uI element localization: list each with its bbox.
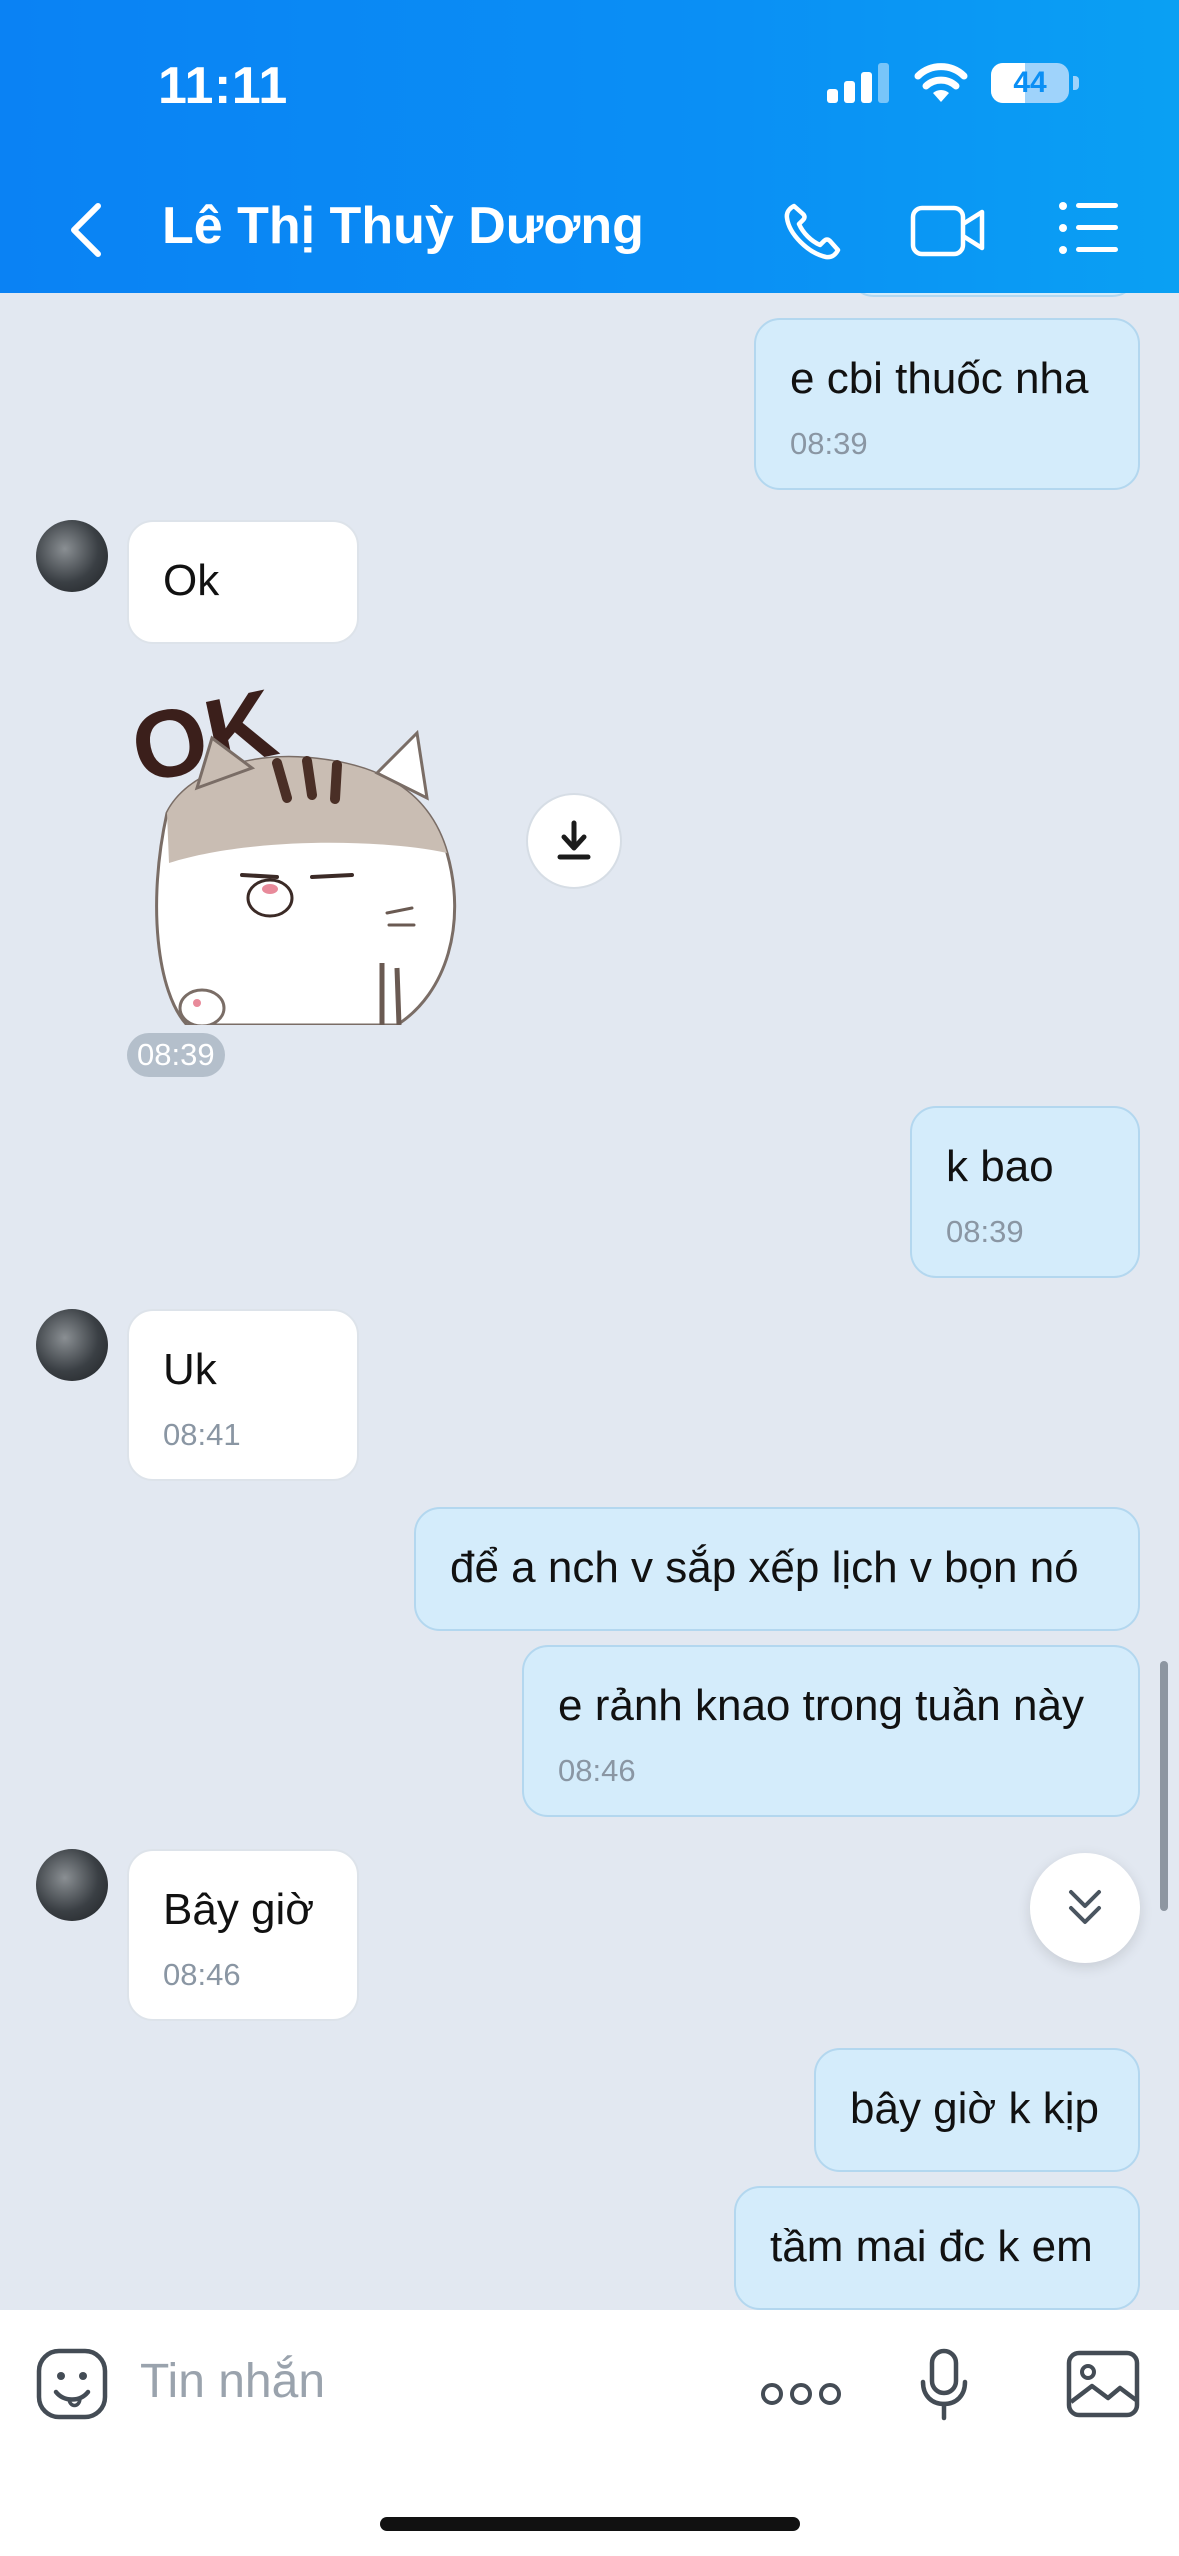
message-bubble-outgoing[interactable]: k bao 08:39 xyxy=(910,1106,1140,1278)
message-input-bar: Tin nhắn xyxy=(0,2310,1179,2556)
message-bubble-incoming[interactable]: Ok xyxy=(127,520,359,644)
status-time: 11:11 xyxy=(158,57,288,115)
cellular-signal-icon xyxy=(827,63,889,103)
video-call-icon[interactable] xyxy=(910,200,986,260)
download-button[interactable] xyxy=(526,793,622,889)
message-text: Bây giờ xyxy=(163,1885,315,1934)
message-bubble-outgoing[interactable]: bây giờ k kịp xyxy=(814,2048,1140,2172)
message-text: k bao xyxy=(946,1142,1054,1191)
message-time: 08:39 xyxy=(790,426,868,461)
message-text: Uk xyxy=(163,1345,217,1394)
back-icon[interactable] xyxy=(62,202,112,258)
message-time: 08:41 xyxy=(163,1417,241,1452)
more-icon[interactable] xyxy=(760,2380,842,2408)
message-text: e rảnh knao trong tuần này xyxy=(558,1681,1084,1730)
message-time: 08:46 xyxy=(163,1957,241,1992)
download-icon xyxy=(557,820,591,860)
chat-area[interactable]: e cbi thuốc nha 08:39 Ok OK 08:39 k bao … xyxy=(0,293,1179,2310)
message-time: 08:46 xyxy=(558,1753,636,1788)
contact-name[interactable]: Lê Thị Thuỳ Dương xyxy=(162,196,644,256)
wifi-icon xyxy=(914,63,968,102)
message-bubble-outgoing[interactable]: e cbi thuốc nha 08:39 xyxy=(754,318,1140,490)
microphone-icon[interactable] xyxy=(918,2348,970,2422)
avatar[interactable] xyxy=(36,520,108,592)
message-text: e cbi thuốc nha xyxy=(790,354,1089,403)
sticker-time: 08:39 xyxy=(127,1033,225,1077)
cat-sticker[interactable]: OK xyxy=(127,663,487,1025)
image-icon[interactable] xyxy=(1066,2350,1140,2418)
phone-icon[interactable] xyxy=(780,200,844,264)
chat-header: 11:11 44 Lê Thị Thuỳ Dương xyxy=(0,0,1179,293)
nav-bar: Lê Thị Thuỳ Dương xyxy=(0,180,1179,280)
scrollbar[interactable] xyxy=(1160,1661,1168,1911)
scroll-to-bottom-button[interactable] xyxy=(1030,1853,1140,1963)
message-bubble-outgoing[interactable]: tầm mai đc k em xyxy=(734,2186,1140,2310)
message-time: 08:39 xyxy=(946,1214,1024,1249)
message-input[interactable]: Tin nhắn xyxy=(140,2354,325,2409)
status-icons: 44 xyxy=(827,62,1079,104)
avatar[interactable] xyxy=(36,1849,108,1921)
message-bubble-incoming[interactable]: Uk 08:41 xyxy=(127,1309,359,1481)
menu-icon[interactable] xyxy=(1058,200,1120,256)
avatar[interactable] xyxy=(36,1309,108,1381)
message-text: bây giờ k kịp xyxy=(850,2084,1099,2133)
battery-level: 44 xyxy=(1013,66,1047,99)
message-bubble-outgoing[interactable]: e rảnh knao trong tuần này 08:46 xyxy=(522,1645,1140,1817)
double-chevron-down-icon xyxy=(1069,1890,1101,1924)
message-text: Ok xyxy=(163,556,220,605)
message-bubble-partial[interactable] xyxy=(848,293,1138,297)
message-bubble-incoming[interactable]: Bây giờ 08:46 xyxy=(127,1849,359,2021)
message-text: tầm mai đc k em xyxy=(770,2222,1093,2271)
sticker-icon[interactable] xyxy=(36,2348,108,2420)
home-indicator xyxy=(380,2517,800,2531)
message-bubble-outgoing[interactable]: để a nch v sắp xếp lịch v bọn nó xyxy=(414,1507,1140,1631)
message-text: để a nch v sắp xếp lịch v bọn nó xyxy=(450,1543,1079,1592)
battery-indicator: 44 xyxy=(991,63,1069,103)
